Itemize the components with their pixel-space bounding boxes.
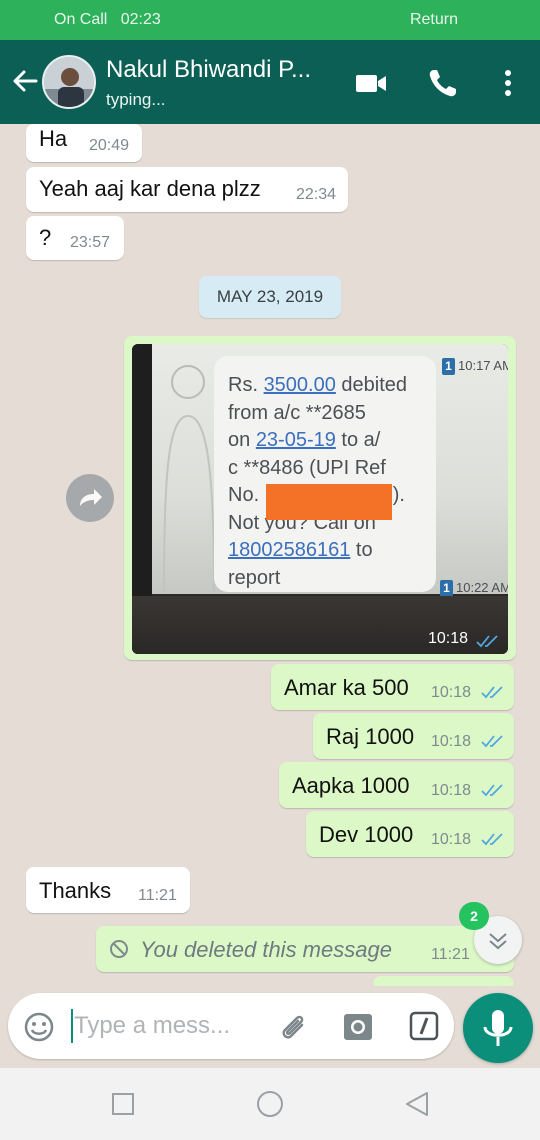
back-arrow-icon[interactable]	[10, 66, 40, 96]
sms-time-top: 1 10:17 AM	[442, 358, 508, 375]
message-text: You deleted this message	[140, 937, 392, 962]
message-time: 10:18	[431, 782, 472, 799]
more-options-icon[interactable]	[491, 66, 525, 100]
message-input[interactable]: Type a mess...	[74, 1012, 230, 1040]
contact-name[interactable]: Nakul Bhiwandi P...	[106, 56, 311, 84]
microphone-icon	[483, 1010, 513, 1046]
message-time: 10:18	[431, 733, 472, 750]
sms-time-bottom: 1 10:22 AM	[440, 580, 508, 597]
message-text: Dev 1000	[319, 822, 414, 847]
voice-call-icon[interactable]	[426, 66, 460, 100]
message-outgoing[interactable]: Dev 1000 10:18	[306, 811, 514, 857]
image-message[interactable]: Rs. 3500.00 debited from a/c **2685 on 2…	[124, 336, 516, 660]
message-outgoing-partial[interactable]	[373, 976, 514, 986]
contact-silhouette-icon	[163, 365, 215, 592]
message-time: 20:49	[89, 137, 130, 154]
read-ticks-icon	[481, 833, 503, 846]
message-time: 10:18	[431, 684, 472, 701]
deleted-message-icon	[110, 940, 128, 958]
message-outgoing[interactable]: Aapka 1000 10:18	[279, 762, 514, 808]
slash-command-icon[interactable]	[408, 1010, 440, 1042]
message-time: 22:34	[296, 186, 337, 203]
message-outgoing-deleted[interactable]: You deleted this message 11:21	[96, 926, 514, 972]
message-time: 10:18	[431, 831, 472, 848]
sms-screenshot-photo[interactable]: Rs. 3500.00 debited from a/c **2685 on 2…	[132, 344, 508, 654]
message-time: 10:18	[427, 630, 468, 647]
read-ticks-icon	[481, 784, 503, 797]
voice-message-button[interactable]	[463, 993, 533, 1063]
call-status-label: On Call 02:23	[54, 11, 161, 28]
recents-square-icon[interactable]	[111, 1092, 135, 1116]
read-ticks-icon	[481, 735, 503, 748]
attach-icon[interactable]	[276, 1009, 310, 1043]
ongoing-call-bar[interactable]: On Call 02:23 Return	[0, 0, 540, 40]
forward-button[interactable]	[66, 474, 114, 522]
forward-icon	[80, 489, 102, 506]
message-text: Ha	[39, 126, 68, 151]
message-text: ?	[39, 225, 52, 250]
message-text: Amar ka 500	[284, 675, 409, 700]
message-time: 11:21	[431, 946, 470, 963]
read-ticks-icon	[481, 686, 503, 699]
message-time: 11:21	[138, 887, 177, 904]
call-duration: 02:23	[120, 11, 161, 28]
home-circle-icon[interactable]	[255, 1089, 285, 1119]
return-to-call-link[interactable]: Return	[410, 11, 458, 29]
redaction-box	[266, 484, 392, 520]
camera-icon[interactable]	[342, 1010, 374, 1042]
message-text: Thanks	[39, 878, 112, 903]
contact-avatar[interactable]	[42, 55, 96, 109]
message-incoming[interactable]: ? 23:57	[26, 216, 124, 260]
message-outgoing[interactable]: Amar ka 500 10:18	[271, 664, 514, 710]
message-text: Aapka 1000	[292, 773, 410, 798]
video-call-icon[interactable]	[354, 66, 388, 100]
system-navigation-bar	[0, 1068, 540, 1140]
chat-header: Nakul Bhiwandi P... typing...	[0, 40, 540, 124]
message-list[interactable]: Ha 20:49 Yeah aaj kar dena plzz 22:34 ? …	[0, 124, 540, 986]
message-incoming[interactable]: Thanks 11:21	[26, 867, 190, 913]
message-time: 23:57	[70, 234, 111, 251]
message-incoming[interactable]: Ha 20:49	[26, 124, 142, 162]
contact-status: typing...	[106, 90, 166, 109]
back-triangle-icon[interactable]	[403, 1090, 431, 1118]
read-ticks-icon	[476, 635, 498, 648]
text-cursor	[71, 1009, 73, 1043]
sms-text: Rs. 3500.00 debited from a/c **2685 on 2…	[228, 374, 408, 589]
message-incoming[interactable]: Yeah aaj kar dena plzz 22:34	[26, 167, 348, 212]
emoji-icon[interactable]	[22, 1010, 56, 1044]
date-divider: MAY 23, 2019	[199, 276, 341, 318]
message-text: Yeah aaj kar dena plzz	[39, 176, 261, 201]
message-composer: Type a mess...	[8, 993, 454, 1059]
message-text: Raj 1000	[326, 724, 415, 749]
unread-count-badge: 2	[459, 902, 489, 930]
message-outgoing[interactable]: Raj 1000 10:18	[313, 713, 514, 759]
